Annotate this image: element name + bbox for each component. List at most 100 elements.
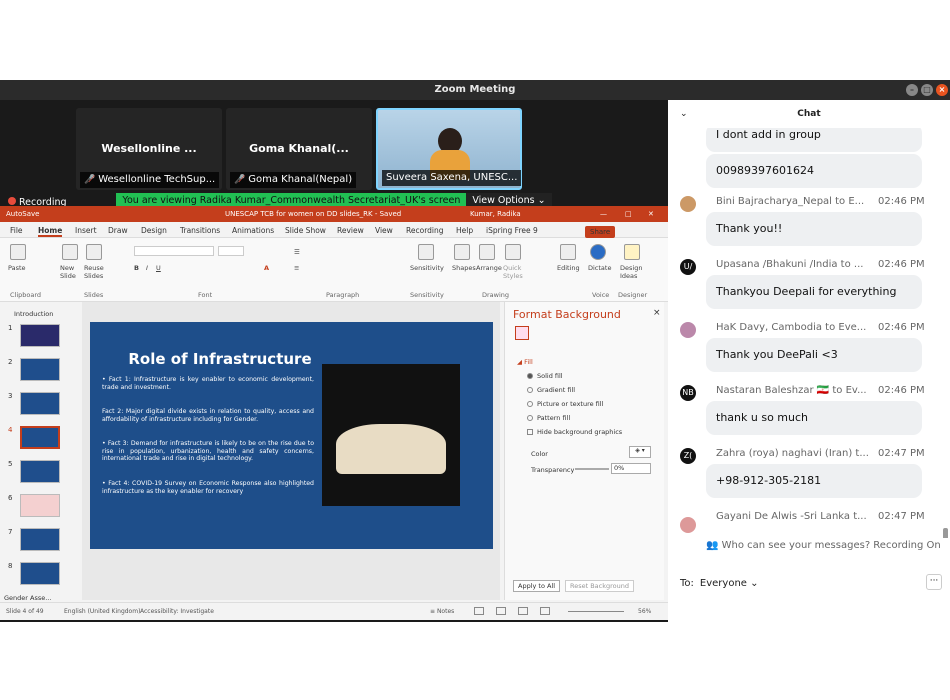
section-gender[interactable]: Gender Asse...: [4, 594, 51, 602]
autosave-label[interactable]: AutoSave: [6, 206, 39, 222]
dictate-label[interactable]: Dictate: [588, 264, 611, 272]
menu-ispring[interactable]: iSpring Free 9: [486, 226, 538, 235]
zoom-level[interactable]: 56%: [638, 608, 651, 615]
share-button[interactable]: Share: [585, 226, 616, 238]
sensitivity-icon[interactable]: [418, 244, 434, 260]
design-ideas-icon[interactable]: [624, 244, 640, 260]
accessibility-status[interactable]: Accessibility: Investigate: [140, 608, 214, 615]
menu-recording[interactable]: Recording: [406, 226, 444, 235]
slide-thumbnail[interactable]: [20, 324, 60, 347]
design-ideas-label[interactable]: Design Ideas: [620, 264, 644, 280]
menu-slideshow[interactable]: Slide Show: [285, 226, 326, 235]
menu-file[interactable]: File: [10, 226, 23, 235]
video-share-area: Wesellonline ... 🎤̸ Wesellonline TechSup.…: [0, 100, 668, 622]
new-slide-icon[interactable]: [62, 244, 78, 260]
slide-thumbnail-pane: Introduction 1 2 3 4 5 6 7 8 Gender Asse…: [0, 302, 80, 602]
ppt-minimize-icon[interactable]: —: [600, 206, 607, 222]
menu-draw[interactable]: Draw: [108, 226, 128, 235]
more-options-icon[interactable]: ···: [926, 574, 942, 590]
maximize-icon[interactable]: □: [921, 84, 933, 96]
message-time: 02:46 PM: [878, 259, 925, 270]
fill-bucket-icon[interactable]: [515, 326, 529, 340]
bullets-icon[interactable]: ☰: [294, 248, 300, 256]
menu-animations[interactable]: Animations: [232, 226, 274, 235]
slide-thumbnail[interactable]: [20, 528, 60, 551]
gradient-fill-radio[interactable]: Gradient fill: [527, 386, 575, 394]
slide-thumbnail-selected[interactable]: [20, 426, 60, 449]
transparency-slider[interactable]: [575, 468, 609, 470]
align-left-icon[interactable]: ≡: [294, 264, 299, 272]
normal-view-icon[interactable]: [474, 607, 484, 615]
fill-header[interactable]: ◢ Fill: [517, 358, 533, 366]
slide-thumbnail[interactable]: [20, 460, 60, 483]
video-tile-wesellonline[interactable]: Wesellonline ... 🎤̸ Wesellonline TechSup.…: [76, 108, 222, 190]
ppt-close-icon[interactable]: ✕: [648, 206, 654, 222]
arrange-icon[interactable]: [479, 244, 495, 260]
section-introduction[interactable]: Introduction: [14, 310, 53, 318]
underline-icon[interactable]: U: [156, 264, 161, 272]
font-color-icon[interactable]: A: [264, 264, 269, 272]
new-slide-label[interactable]: New Slide: [60, 264, 82, 280]
hide-bg-checkbox[interactable]: Hide background graphics: [527, 428, 622, 436]
pattern-fill-radio[interactable]: Pattern fill: [527, 414, 570, 422]
menu-review[interactable]: Review: [337, 226, 364, 235]
group-drawing: Drawing: [482, 291, 510, 299]
italic-icon[interactable]: I: [146, 264, 148, 272]
video-tile-suveera[interactable]: Suveera Saxena, UNESC...: [376, 108, 522, 190]
ppt-user[interactable]: Kumar, Radika: [470, 206, 521, 222]
arrange-label[interactable]: Arrange: [476, 264, 502, 272]
quick-styles-label[interactable]: Quick Styles: [503, 264, 525, 280]
slide-thumbnail[interactable]: [20, 358, 60, 381]
language-status[interactable]: English (United Kingdom): [64, 608, 140, 615]
menu-view[interactable]: View: [375, 226, 393, 235]
current-slide[interactable]: Role of Infrastructure • Fact 1: Infrast…: [90, 322, 493, 549]
slide-thumbnail[interactable]: [20, 562, 60, 585]
slide-thumbnail[interactable]: [20, 392, 60, 415]
chat-scrollbar[interactable]: [943, 528, 948, 538]
dictate-icon[interactable]: [590, 244, 606, 260]
font-name-dropdown[interactable]: [134, 246, 214, 256]
editing-label[interactable]: Editing: [557, 264, 580, 272]
recipient-dropdown[interactable]: Everyone ⌄: [700, 578, 759, 589]
reset-background-button[interactable]: Reset Background: [565, 580, 635, 592]
menu-home[interactable]: Home: [38, 226, 63, 237]
paste-label[interactable]: Paste: [8, 264, 26, 272]
solid-fill-radio[interactable]: Solid fill: [527, 372, 563, 380]
apply-to-all-button[interactable]: Apply to All: [513, 580, 561, 592]
chevron-down-icon[interactable]: ⌄: [680, 100, 688, 128]
zoom-slider[interactable]: [568, 611, 624, 612]
slideshow-view-icon[interactable]: [540, 607, 550, 615]
editing-icon[interactable]: [560, 244, 576, 260]
paste-icon[interactable]: [10, 244, 26, 260]
color-picker-button[interactable]: ◈ ▾: [629, 446, 651, 458]
chat-header: ⌄ Chat: [668, 100, 950, 128]
menu-design[interactable]: Design: [141, 226, 167, 235]
close-icon[interactable]: ×: [936, 84, 948, 96]
shapes-label[interactable]: Shapes: [452, 264, 476, 272]
group-clipboard: Clipboard: [10, 291, 42, 299]
pane-close-icon[interactable]: ×: [653, 308, 661, 318]
slide-thumbnail[interactable]: [20, 494, 60, 517]
notes-button[interactable]: ≡ Notes: [430, 608, 454, 615]
reuse-slides-label[interactable]: Reuse Slides: [84, 264, 106, 280]
transparency-input[interactable]: 0%: [611, 463, 651, 474]
people-icon: 👥: [706, 540, 719, 551]
chat-privacy-notice[interactable]: 👥 Who can see your messages? Recording O…: [706, 540, 941, 551]
minimize-icon[interactable]: –: [906, 84, 918, 96]
participant-label: Suveera Saxena, UNESC...: [382, 170, 522, 186]
bold-icon[interactable]: B: [134, 264, 139, 272]
chat-message: Thank you DeePali <3: [706, 338, 922, 372]
reuse-slides-icon[interactable]: [86, 244, 102, 260]
menu-help[interactable]: Help: [456, 226, 473, 235]
menu-insert[interactable]: Insert: [75, 226, 97, 235]
sensitivity-label[interactable]: Sensitivity: [410, 264, 444, 272]
shapes-icon[interactable]: [454, 244, 470, 260]
video-tile-goma[interactable]: Goma Khanal(... 🎤̸ Goma Khanal(Nepal): [226, 108, 372, 190]
sorter-view-icon[interactable]: [496, 607, 506, 615]
ppt-maximize-icon[interactable]: □: [625, 206, 632, 222]
reading-view-icon[interactable]: [518, 607, 528, 615]
font-size-dropdown[interactable]: [218, 246, 244, 256]
quick-styles-icon[interactable]: [505, 244, 521, 260]
menu-transitions[interactable]: Transitions: [180, 226, 220, 235]
picture-fill-radio[interactable]: Picture or texture fill: [527, 400, 603, 408]
